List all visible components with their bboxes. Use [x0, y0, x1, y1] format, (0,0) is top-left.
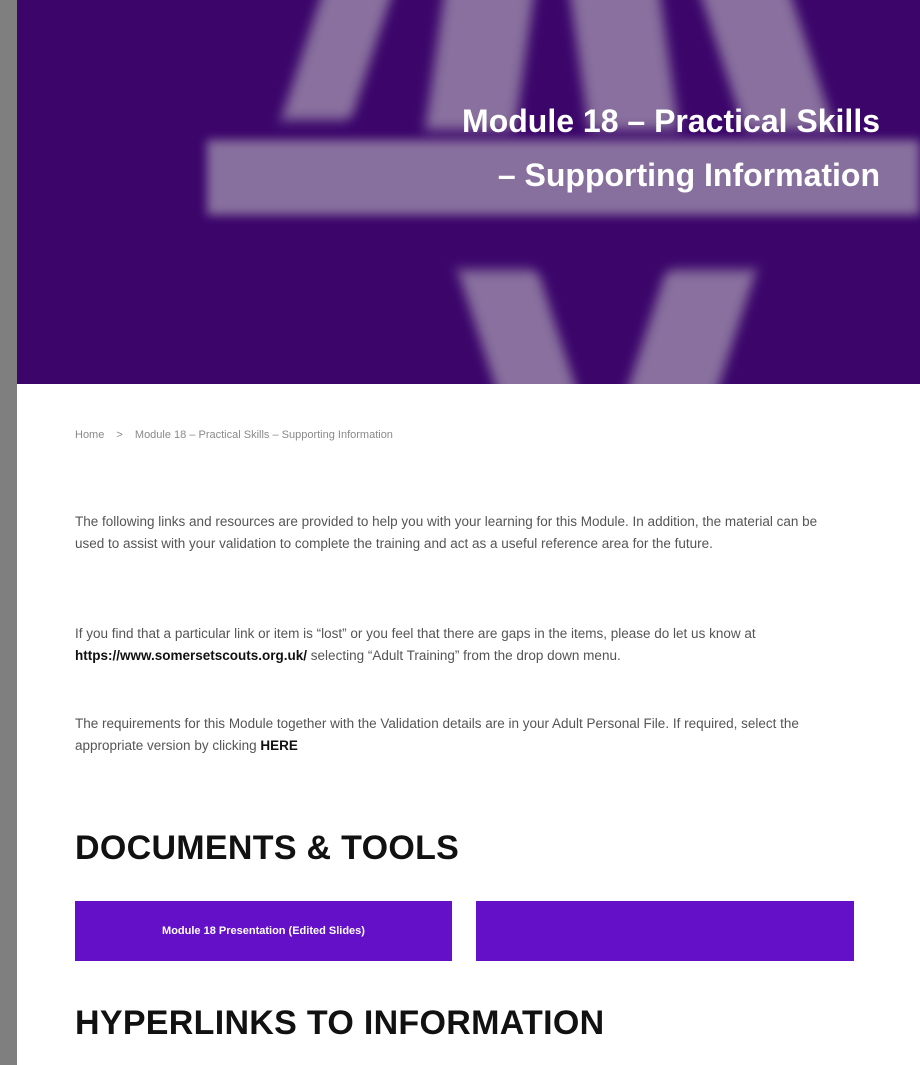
page-left-edge	[0, 0, 17, 1065]
intro-paragraph-1: The following links and resources are pr…	[75, 514, 818, 551]
breadcrumb: Home > Module 18 – Practical Skills – Su…	[75, 429, 393, 441]
page-title: Module 18 – Practical Skills – Supportin…	[320, 94, 880, 202]
hero-background-stripe	[617, 270, 757, 384]
hero-banner: Module 18 – Practical Skills – Supportin…	[17, 0, 920, 384]
documents-tools-heading: DOCUMENTS & TOOLS	[75, 829, 460, 867]
page-title-line-1: Module 18 – Practical Skills	[462, 103, 880, 139]
breadcrumb-current: Module 18 – Practical Skills – Supportin…	[134, 429, 393, 441]
breadcrumb-separator: >	[116, 429, 123, 441]
intro-paragraph-2-text-a: If you find that a particular link or it…	[75, 626, 756, 641]
hero-background-stripe	[457, 270, 587, 384]
intro-paragraph-3-text: The requirements for this Module togethe…	[75, 716, 799, 753]
intro-paragraph-3: The requirements for this Module togethe…	[75, 713, 845, 756]
intro-paragraph-2-text-b: selecting “Adult Training” from the drop…	[307, 647, 621, 663]
somerset-scouts-link[interactable]: https://www.somersetscouts.org.uk/	[75, 648, 307, 663]
page-title-line-2: – Supporting Information	[497, 157, 880, 193]
main-content: Home > Module 18 – Practical Skills – Su…	[17, 384, 920, 1065]
module-18-presentation-button[interactable]: Module 18 Presentation (Edited Slides)	[75, 901, 452, 961]
here-link[interactable]: HERE	[260, 738, 298, 753]
intro-paragraph-2: If you find that a particular link or it…	[75, 623, 845, 666]
hyperlinks-heading: HYPERLINKS TO INFORMATION	[75, 1004, 605, 1042]
breadcrumb-home-link[interactable]: Home	[75, 429, 104, 441]
document-button-2[interactable]	[476, 901, 854, 961]
